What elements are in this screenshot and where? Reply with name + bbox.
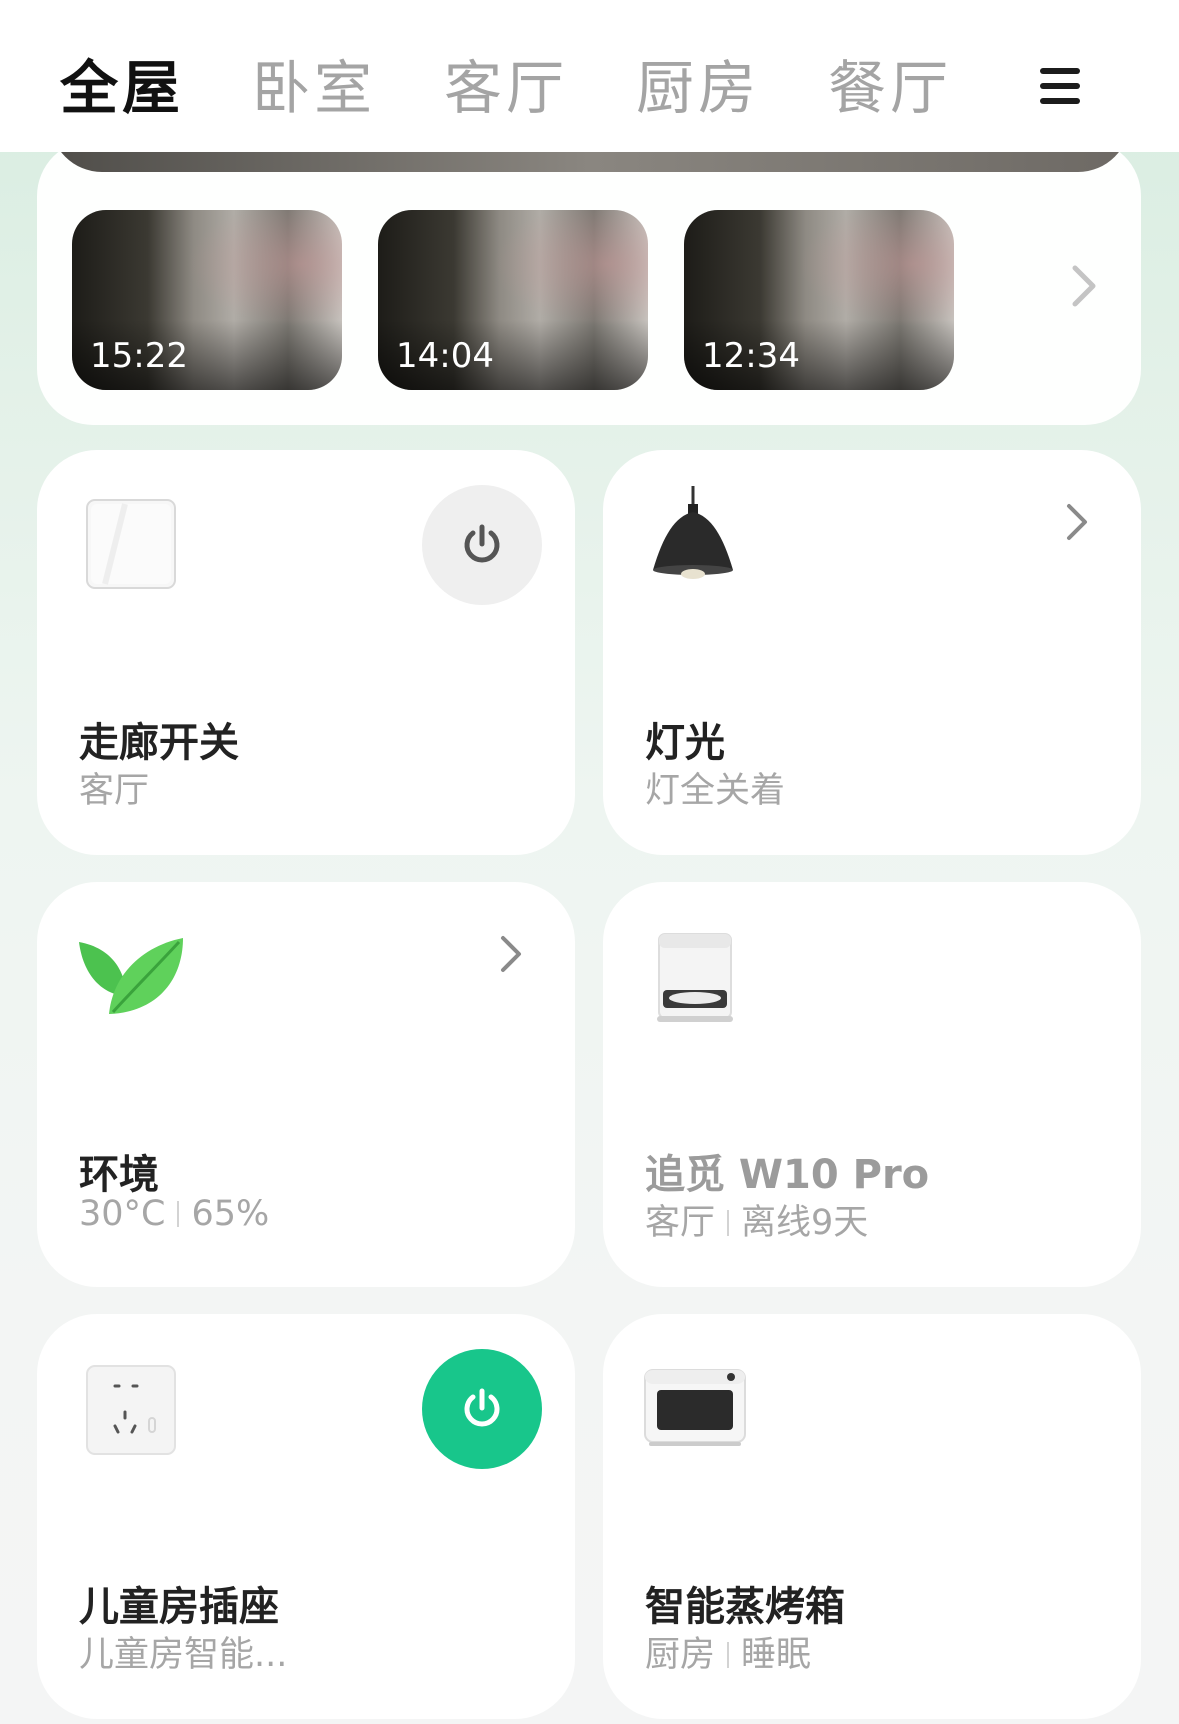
- divider: [177, 1201, 180, 1227]
- chevron-right-icon[interactable]: [499, 934, 523, 974]
- snapshot-time: 15:22: [90, 336, 188, 376]
- humidity-value: 65%: [191, 1194, 270, 1234]
- device-status: 睡眠: [741, 1635, 812, 1675]
- power-toggle-button[interactable]: [422, 485, 542, 605]
- device-name: 追觅 W10 Pro: [645, 1152, 930, 1198]
- device-name: 环境: [79, 1152, 159, 1198]
- robot-vacuum-station-icon: [657, 933, 733, 1022]
- power-toggle-button[interactable]: [422, 1349, 542, 1469]
- device-status: 离线9天: [741, 1203, 869, 1243]
- snapshot-time: 14:04: [396, 336, 494, 376]
- tab-living-room[interactable]: 客厅: [444, 48, 568, 128]
- snapshot-time: 12:34: [702, 336, 800, 376]
- device-room: 客厅: [79, 771, 150, 811]
- tab-kitchen[interactable]: 厨房: [636, 48, 760, 128]
- environment-readings: 30°C 65%: [79, 1194, 269, 1234]
- divider: [727, 1642, 730, 1668]
- device-card-environment[interactable]: 环境 30°C 65%: [37, 882, 575, 1287]
- leaf-icon: [79, 938, 183, 1014]
- device-room: 厨房: [645, 1635, 716, 1675]
- wall-switch-icon: [86, 499, 176, 589]
- power-icon: [464, 1388, 500, 1427]
- device-status: 灯全关着: [645, 771, 786, 811]
- device-card-lights[interactable]: 灯光 灯全关着: [603, 450, 1141, 855]
- device-card-hallway-switch[interactable]: 走廊开关 客厅: [37, 450, 575, 855]
- device-card-steam-oven[interactable]: 智能蒸烤箱 厨房 睡眠: [603, 1314, 1141, 1719]
- room-tab-bar: 全屋 卧室 客厅 厨房 餐厅: [0, 0, 1179, 152]
- device-subtitle: 儿童房智能...: [79, 1635, 288, 1675]
- device-status-line: 厨房 睡眠: [645, 1626, 811, 1677]
- tab-dining-room[interactable]: 餐厅: [828, 48, 952, 128]
- power-socket-icon: [86, 1365, 176, 1455]
- device-room: 客厅: [645, 1203, 716, 1243]
- divider: [727, 1210, 730, 1236]
- snapshot-thumbnail[interactable]: 14:04: [378, 210, 648, 390]
- camera-snapshots-card: 15:22 14:04 12:34: [37, 140, 1141, 425]
- device-name: 灯光: [645, 720, 725, 766]
- device-status-line: 客厅 离线9天: [645, 1194, 868, 1245]
- steam-oven-icon: [644, 1369, 746, 1446]
- device-card-kids-socket[interactable]: 儿童房插座 儿童房智能...: [37, 1314, 575, 1719]
- tab-whole-house[interactable]: 全屋: [60, 48, 184, 128]
- tab-bedroom[interactable]: 卧室: [252, 48, 376, 128]
- chevron-right-icon[interactable]: [1065, 502, 1089, 542]
- temperature-value: 30°C: [79, 1194, 166, 1234]
- device-name: 儿童房插座: [79, 1584, 279, 1630]
- device-card-vacuum[interactable]: 追觅 W10 Pro 客厅 离线9天: [603, 882, 1141, 1287]
- device-name: 智能蒸烤箱: [645, 1584, 845, 1630]
- hamburger-menu-icon[interactable]: [1036, 66, 1084, 106]
- snapshot-thumbnail[interactable]: 15:22: [72, 210, 342, 390]
- chevron-right-icon[interactable]: [1069, 264, 1099, 308]
- pendant-lamp-icon: [653, 486, 733, 579]
- device-name: 走廊开关: [79, 720, 239, 766]
- power-icon: [464, 524, 500, 563]
- snapshot-thumbnail[interactable]: 12:34: [684, 210, 954, 390]
